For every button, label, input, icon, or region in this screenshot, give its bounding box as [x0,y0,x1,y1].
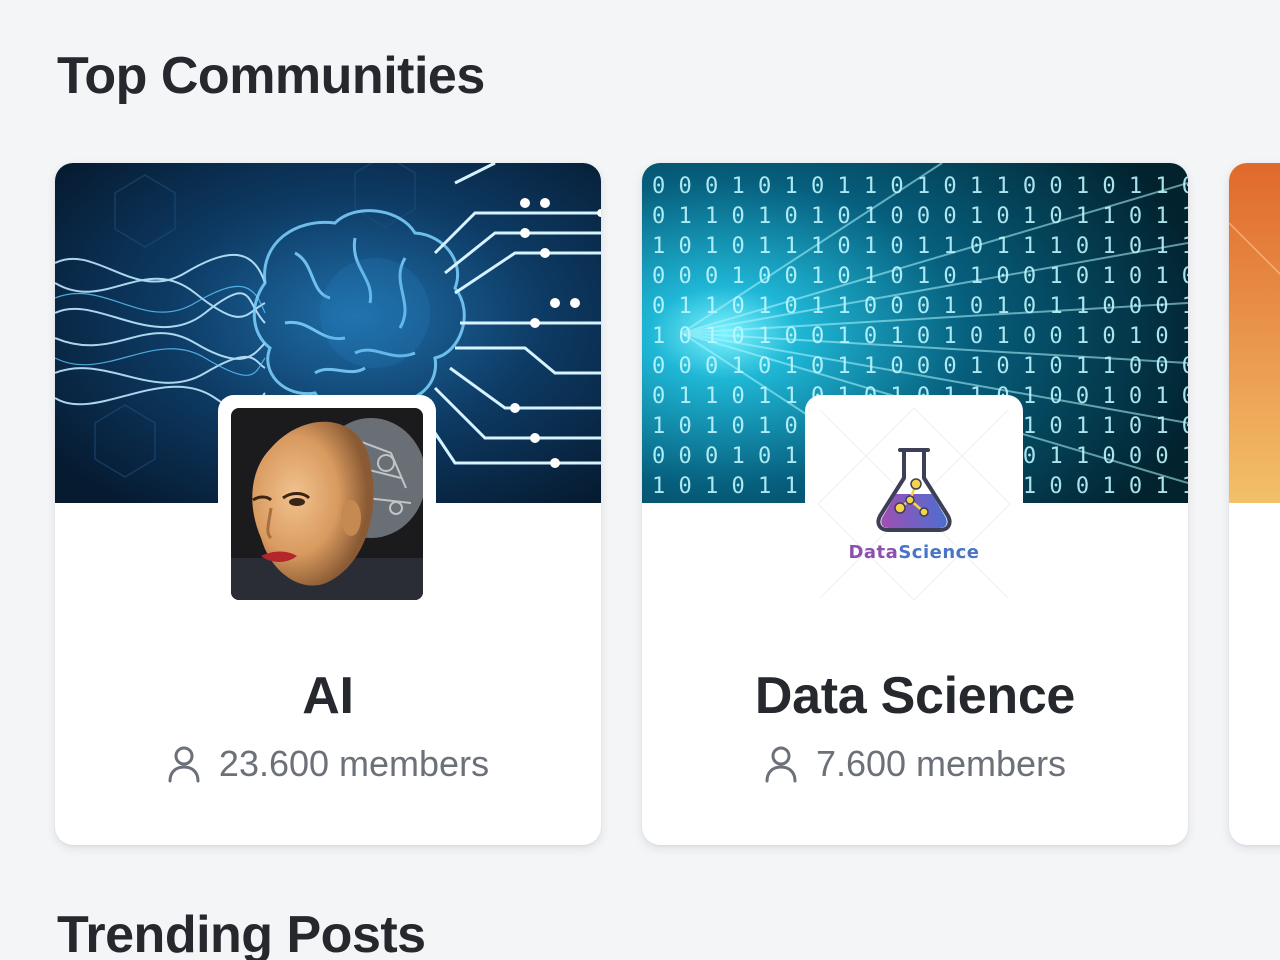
robot-face-avatar [231,408,423,600]
svg-text:DataScience: DataScience [848,542,979,563]
svg-text:0 0 0 1 0 0 1 0 1 0 1 0 1 0 0: 0 0 0 1 0 0 1 0 1 0 1 0 1 0 0 1 0 1 0 1 … [652,264,1188,289]
svg-text:0 0 0 1 0 1 0 1 1 0 0 0 1 0 1: 0 0 0 1 0 1 0 1 1 0 0 0 1 0 1 0 1 1 0 0 … [652,354,1188,379]
partial-card-banner-image [1229,163,1280,503]
svg-text:0 1 1 0 1 0 1 1 0 0 0 1 0 1 0: 0 1 1 0 1 0 1 1 0 0 0 1 0 1 0 1 1 0 0 0 … [652,294,1188,319]
community-name: Data Science [754,667,1076,725]
svg-text:1 0 1 0 1 0 0 1 0 1 0 1 0 1 0: 1 0 1 0 1 0 0 1 0 1 0 1 0 1 0 0 1 0 1 0 … [652,324,1188,349]
logo-text-science: Science [898,542,979,563]
user-icon [765,746,797,783]
ai-avatar-frame [218,395,436,613]
svg-text:0 0 0 1 0 1 0 1 1 0 1 0 1 1 0: 0 0 0 1 0 1 0 1 1 0 1 0 1 1 0 0 1 0 1 1 … [652,174,1188,199]
community-card-ai[interactable]: AI 23.600 members [55,163,601,845]
member-count: 23.600 members [55,743,601,785]
trending-posts-heading: Trending Posts [57,906,426,960]
datascience-flask-logo: DataScience [818,408,1010,600]
logo-text-data: Data [848,542,898,563]
member-count: 7.600 members [642,743,1188,785]
svg-text:1 0 1 0 1 1 1 0 1 0 1 1 0 1 1: 1 0 1 0 1 1 1 0 1 0 1 1 0 1 1 1 0 1 0 1 … [652,234,1188,259]
member-count-label: 7.600 members [815,743,1067,784]
svg-text:0 1 1 0 1 0 1 0 1 0 0 0 1 0 1: 0 1 1 0 1 0 1 0 1 0 0 0 1 0 1 0 1 1 0 1 … [652,204,1188,229]
community-card-partial[interactable] [1229,163,1280,845]
member-count-label: 23.600 members [218,743,490,784]
user-icon [168,746,200,783]
data-science-avatar-frame: DataScience [805,395,1023,613]
top-communities-heading: Top Communities [57,47,485,105]
communities-page: Top Communities AI 23.600 members 0 0 0 … [0,0,1280,960]
community-name: AI [302,667,354,725]
community-card-data-science[interactable]: 0 0 0 1 0 1 0 1 1 0 1 0 1 1 0 0 1 0 1 1 … [642,163,1188,845]
